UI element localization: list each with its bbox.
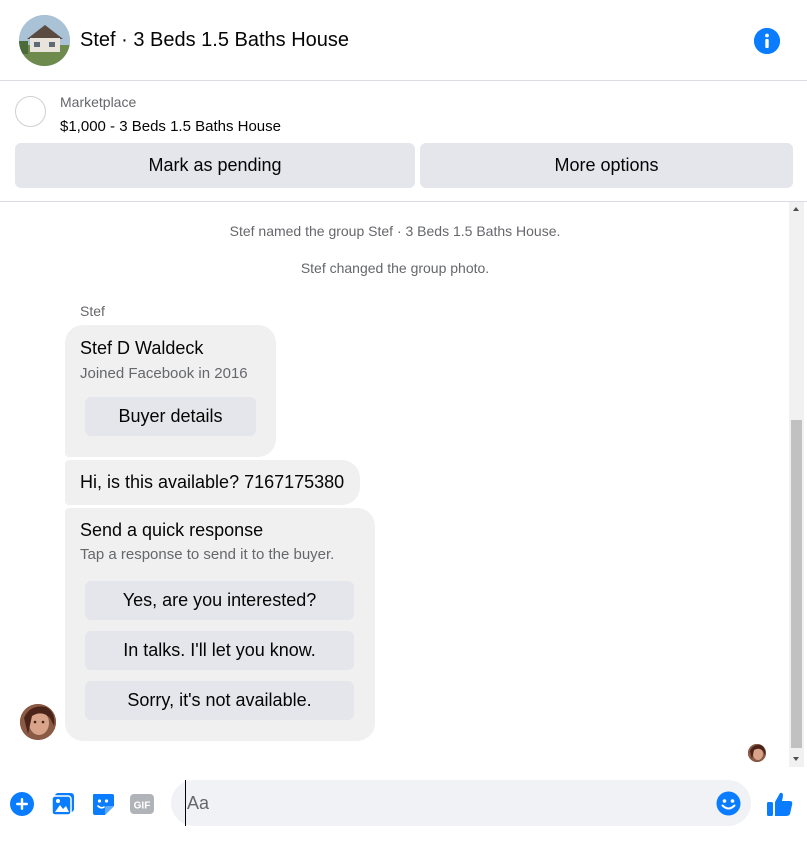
conversation-header: Stef · 3 Beds 1.5 Baths House	[0, 0, 807, 81]
buyer-joined-text: Joined Facebook in 2016	[80, 365, 248, 382]
buyer-card-bubble: Stef D Waldeck Joined Facebook in 2016 B…	[65, 325, 276, 457]
mark-as-pending-button[interactable]: Mark as pending	[15, 143, 415, 188]
quick-response-option[interactable]: Sorry, it's not available.	[85, 681, 354, 720]
sender-name: Stef	[80, 303, 105, 319]
house-photo-avatar[interactable]	[19, 15, 70, 66]
thread-scrollbar[interactable]	[789, 202, 804, 767]
gif-icon[interactable]: GIF	[129, 791, 155, 817]
photo-icon[interactable]	[50, 791, 76, 817]
emoji-icon[interactable]	[716, 791, 741, 816]
marketplace-listing-bar: Marketplace $1,000 - 3 Beds 1.5 Baths Ho…	[0, 81, 807, 202]
quick-response-title: Send a quick response	[80, 520, 264, 540]
thumbs-up-icon[interactable]	[765, 789, 795, 819]
conversation-title: Stef · 3 Beds 1.5 Baths House	[80, 29, 350, 51]
message-composer: GIF	[0, 767, 807, 841]
marketplace-label: Marketplace	[60, 94, 137, 110]
quick-response-option[interactable]: Yes, are you interested?	[85, 581, 354, 620]
scroll-down-arrow-icon[interactable]	[793, 757, 799, 761]
buyer-details-button[interactable]: Buyer details	[85, 397, 256, 436]
seen-indicator-avatar	[748, 744, 766, 762]
message-text: Hi, is this available? 7167175380	[80, 472, 345, 492]
sender-avatar[interactable]	[20, 704, 56, 740]
more-options-button[interactable]: More options	[420, 143, 793, 188]
message-input-box[interactable]	[171, 780, 751, 826]
quick-response-subtitle: Tap a response to send it to the buyer.	[80, 546, 335, 563]
scroll-up-arrow-icon[interactable]	[793, 207, 799, 211]
listing-thumbnail[interactable]	[15, 96, 46, 127]
svg-text:GIF: GIF	[134, 801, 151, 812]
sticker-icon[interactable]	[90, 791, 116, 817]
message-input[interactable]	[185, 780, 705, 826]
quick-response-bubble: Send a quick response Tap a response to …	[65, 508, 375, 741]
plus-circle-icon[interactable]	[9, 791, 35, 817]
listing-title[interactable]: $1,000 - 3 Beds 1.5 Baths House	[60, 118, 281, 135]
system-message: Stef changed the group photo.	[300, 260, 490, 276]
message-bubble: Hi, is this available? 7167175380	[65, 460, 360, 505]
message-thread: Stef named the group Stef · 3 Beds 1.5 B…	[0, 202, 807, 767]
quick-response-option[interactable]: In talks. I'll let you know.	[85, 631, 354, 670]
buyer-name: Stef D Waldeck	[80, 338, 204, 358]
scrollbar-thumb[interactable]	[791, 420, 802, 748]
info-icon[interactable]	[754, 28, 780, 54]
system-message: Stef named the group Stef · 3 Beds 1.5 B…	[229, 223, 561, 239]
